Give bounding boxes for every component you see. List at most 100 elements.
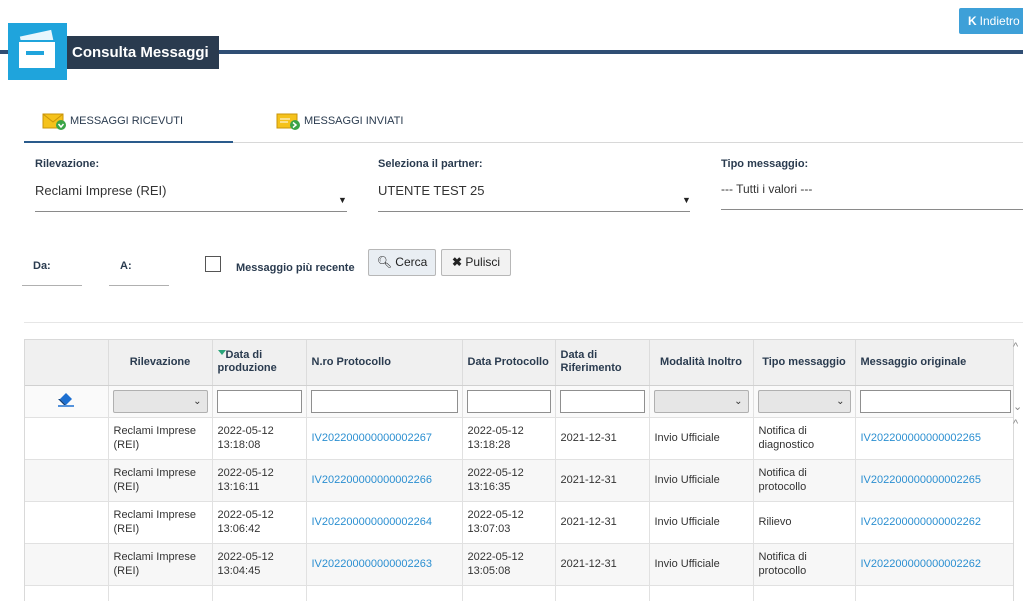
row-actions-cell bbox=[25, 417, 109, 460]
col-header-tipo[interactable]: Tipo messaggio bbox=[753, 340, 856, 386]
eraser-icon[interactable] bbox=[25, 385, 109, 418]
cell-data-produzione: 2022-05-12 13:04:45 bbox=[212, 543, 307, 586]
cell-protocollo-link[interactable]: IV202200000000002264 bbox=[306, 501, 463, 544]
table-row[interactable]: Reclami Imprese (REI) 2022-05-12 13:04:4… bbox=[25, 543, 1013, 586]
cell-data-produzione: 2022-05-12 13:16:11 bbox=[212, 459, 307, 502]
cell-protocollo-link[interactable]: IV202200000000002263 bbox=[306, 543, 463, 586]
partner-select[interactable]: UTENTE TEST 25 bbox=[378, 183, 484, 198]
col-header-data-riferimento[interactable]: Data di Riferimento bbox=[555, 340, 650, 386]
filter-tipo-select[interactable]: ⌄ bbox=[753, 385, 856, 418]
chevron-down-icon: ⌄ bbox=[836, 395, 845, 407]
cell-rilevazione: Reclami Imprese (REI) bbox=[108, 459, 213, 502]
col-header-data-produzione[interactable]: Data di produzione bbox=[212, 340, 307, 386]
cell-tipo: Notifica di diagnostico bbox=[753, 417, 856, 460]
tab-label: MESSAGGI RICEVUTI bbox=[70, 115, 184, 127]
scroll-up-icon[interactable]: ^ bbox=[1013, 341, 1018, 353]
rilevazione-select[interactable]: Reclami Imprese (REI) bbox=[35, 183, 166, 198]
cell-data-protocollo: 2022-05-12 13:05:08 bbox=[462, 543, 556, 586]
cell-modalita: Invio Ufficiale bbox=[649, 501, 754, 544]
cell-modalita: Invio Ufficiale bbox=[649, 417, 754, 460]
tab-messaggi-inviati[interactable]: MESSAGGI INVIATI bbox=[276, 111, 403, 131]
cell-protocollo-link[interactable]: IV202200000000002266 bbox=[306, 459, 463, 502]
partner-label: Seleziona il partner: bbox=[378, 158, 483, 170]
cell-data-protocollo: 2022-05-12 13:16:35 bbox=[462, 459, 556, 502]
close-icon: ✖ bbox=[451, 255, 463, 269]
cell-data-riferimento: 2021-12-31 bbox=[555, 459, 650, 502]
col-header-modalita[interactable]: Modalità Inoltro bbox=[649, 340, 754, 386]
col-header-label: Data di produzione bbox=[217, 349, 277, 375]
chevron-down-icon[interactable]: ▼ bbox=[682, 195, 691, 205]
row-actions-cell bbox=[25, 585, 109, 601]
cerca-button[interactable]: 🔍︎ Cerca bbox=[368, 249, 436, 276]
filter-protocollo-input[interactable] bbox=[306, 385, 463, 418]
back-icon: K bbox=[968, 14, 977, 28]
tab-label: MESSAGGI INVIATI bbox=[304, 115, 404, 127]
filter-data-protocollo-input[interactable] bbox=[462, 385, 556, 418]
a-label: A: bbox=[120, 260, 132, 272]
cell-originale-link[interactable]: IV202200000000002262 bbox=[855, 543, 1013, 586]
filter-rilevazione-select[interactable]: ⌄ bbox=[108, 385, 213, 418]
da-label: Da: bbox=[33, 260, 51, 272]
cell-protocollo-link[interactable] bbox=[306, 585, 463, 601]
chevron-down-icon[interactable]: ▼ bbox=[338, 195, 347, 205]
cell-originale-link[interactable]: IV202200000000002265 bbox=[855, 459, 1013, 502]
cell-data-produzione: 2022-05-12 13:06:42 bbox=[212, 501, 307, 544]
cell-rilevazione: Reclami Imprese bbox=[108, 585, 213, 601]
filter-data-riferimento-input[interactable] bbox=[555, 385, 650, 418]
col-header-data-protocollo[interactable]: Data Protocollo bbox=[462, 340, 556, 386]
row-actions-cell bbox=[25, 501, 109, 544]
table-row[interactable]: Reclami Imprese (REI) 2022-05-12 13:18:0… bbox=[25, 417, 1013, 460]
cell-data-riferimento bbox=[555, 585, 650, 601]
table-row[interactable]: Reclami Imprese (REI) 2022-05-12 13:06:4… bbox=[25, 501, 1013, 544]
pulisci-label: Pulisci bbox=[465, 255, 501, 269]
envelope-received-icon bbox=[42, 111, 68, 131]
chevron-down-icon: ⌄ bbox=[193, 395, 202, 407]
cell-tipo: Notifica di protocollo bbox=[753, 543, 856, 586]
cell-data-protocollo: 2022-05-12 13:07:03 bbox=[462, 501, 556, 544]
back-label: Indietro bbox=[979, 14, 1020, 28]
cerca-label: Cerca bbox=[395, 255, 428, 269]
cell-rilevazione: Reclami Imprese (REI) bbox=[108, 501, 213, 544]
messages-grid: Rilevazione Data di produzione N.ro Prot… bbox=[24, 339, 1014, 601]
partner-underline bbox=[378, 211, 690, 212]
grid-filter-row: ⌄ ⌄ ⌄ bbox=[25, 385, 1013, 418]
col-actions-header bbox=[25, 340, 109, 386]
col-header-rilevazione[interactable]: Rilevazione bbox=[108, 340, 213, 386]
filter-originale-input[interactable] bbox=[855, 385, 1013, 418]
cell-modalita: Invio Ufficiale bbox=[649, 543, 754, 586]
cell-data-riferimento: 2021-12-31 bbox=[555, 417, 650, 460]
cell-originale-link[interactable] bbox=[855, 585, 1013, 601]
cell-modalita: Invio Ufficiale bbox=[649, 459, 754, 502]
envelope-sent-icon bbox=[276, 111, 302, 131]
scroll-up-icon[interactable]: ^ bbox=[1013, 418, 1018, 430]
cell-data-riferimento: 2021-12-31 bbox=[555, 543, 650, 586]
scroll-down-icon[interactable]: ⌄ bbox=[1013, 400, 1022, 413]
pulisci-button[interactable]: ✖ Pulisci bbox=[441, 249, 511, 276]
cell-tipo bbox=[753, 585, 856, 601]
back-button[interactable]: K Indietro bbox=[959, 8, 1023, 34]
cell-tipo: Rilievo bbox=[753, 501, 856, 544]
col-header-originale[interactable]: Messaggio originale bbox=[855, 340, 1013, 386]
tab-active-indicator bbox=[24, 141, 233, 143]
recent-checkbox[interactable] bbox=[205, 256, 221, 272]
cell-protocollo-link[interactable]: IV202200000000002267 bbox=[306, 417, 463, 460]
cell-rilevazione: Reclami Imprese (REI) bbox=[108, 417, 213, 460]
cell-originale-link[interactable]: IV202200000000002265 bbox=[855, 417, 1013, 460]
grid-header-row: Rilevazione Data di produzione N.ro Prot… bbox=[25, 340, 1013, 386]
cell-modalita bbox=[649, 585, 754, 601]
cell-originale-link[interactable]: IV202200000000002262 bbox=[855, 501, 1013, 544]
filter-data-produzione-input[interactable] bbox=[212, 385, 307, 418]
table-row[interactable]: Reclami Imprese 2022-05-12 2022-05-12 bbox=[25, 585, 1013, 601]
da-input[interactable] bbox=[22, 285, 82, 286]
tipo-select[interactable]: --- Tutti i valori --- bbox=[721, 182, 812, 196]
cell-tipo: Notifica di protocollo bbox=[753, 459, 856, 502]
page-title: Consulta Messaggi bbox=[67, 36, 219, 69]
a-input[interactable] bbox=[109, 285, 169, 286]
messages-logo-icon bbox=[8, 23, 67, 80]
rilevazione-underline bbox=[35, 211, 347, 212]
filter-modalita-select[interactable]: ⌄ bbox=[649, 385, 754, 418]
col-header-protocollo[interactable]: N.ro Protocollo bbox=[306, 340, 463, 386]
section-divider bbox=[24, 322, 1023, 323]
table-row[interactable]: Reclami Imprese (REI) 2022-05-12 13:16:1… bbox=[25, 459, 1013, 502]
tab-messaggi-ricevuti[interactable]: MESSAGGI RICEVUTI bbox=[42, 111, 183, 131]
